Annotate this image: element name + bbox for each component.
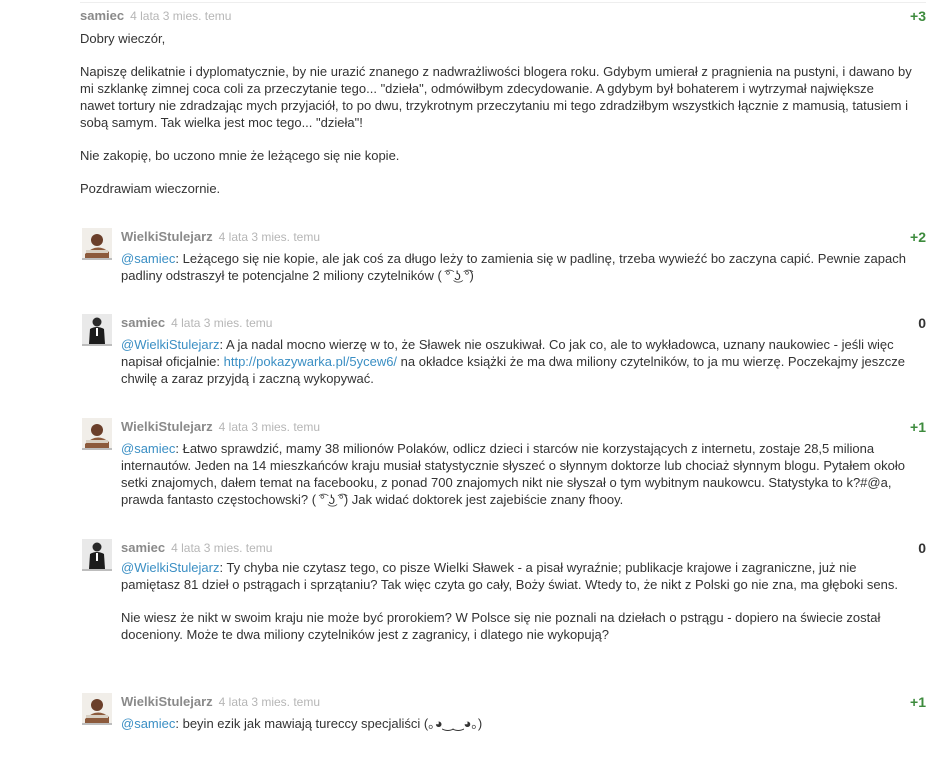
comment-body: @WielkiStulejarz: Ty chyba nie czytasz t… bbox=[121, 559, 911, 643]
user-mention-link[interactable]: @samiec bbox=[121, 251, 175, 266]
user-mention-link[interactable]: @WielkiStulejarz bbox=[121, 337, 219, 352]
comment-body: @samiec: Łatwo sprawdzić, mamy 38 milion… bbox=[121, 440, 911, 508]
comment-text: : Leżącego się nie kopie, ale jak coś za… bbox=[121, 251, 906, 283]
vote-score: 0 bbox=[918, 540, 926, 556]
avatar-stulejarz-icon[interactable] bbox=[82, 693, 112, 725]
comment-paragraph: Nie zakopię, bo uczono mnie że leżącego … bbox=[80, 148, 400, 163]
user-mention-link[interactable]: @samiec bbox=[121, 716, 175, 731]
vote-score: +1 bbox=[910, 694, 926, 710]
comment-body: @samiec: beyin ezik jak mawiają tureccy … bbox=[121, 715, 911, 732]
vote-score: 0 bbox=[918, 315, 926, 331]
vote-score: +2 bbox=[910, 229, 926, 245]
comment-body: @WielkiStulejarz: A ja nadal mocno wierz… bbox=[121, 336, 911, 387]
avatar-samiec-icon[interactable] bbox=[82, 539, 112, 571]
comment-1: samiec 4 lata 3 mies. temu +3 Dobry wiecz… bbox=[0, 0, 926, 205]
comment-time[interactable]: 4 lata 3 mies. temu bbox=[219, 695, 320, 709]
comment-text: : Ty chyba nie czytasz tego, co pisze Wi… bbox=[121, 560, 898, 592]
comment-3: samiec 4 lata 3 mies. temu 0 @WielkiStule… bbox=[0, 312, 926, 392]
comment-author[interactable]: samiec bbox=[121, 315, 165, 330]
vote-score: +3 bbox=[910, 8, 926, 24]
comment-author[interactable]: WielkiStulejarz bbox=[121, 229, 213, 244]
divider bbox=[80, 2, 926, 3]
user-mention-link[interactable]: @WielkiStulejarz bbox=[121, 560, 219, 575]
comment-author[interactable]: samiec bbox=[80, 8, 124, 23]
comment-header: WielkiStulejarz 4 lata 3 mies. temu bbox=[121, 693, 320, 711]
comment-time[interactable]: 4 lata 3 mies. temu bbox=[219, 230, 320, 244]
external-link[interactable]: http://pokazywarka.pl/5ycew6/ bbox=[224, 354, 397, 369]
comment-time[interactable]: 4 lata 3 mies. temu bbox=[130, 9, 231, 23]
comment-author[interactable]: WielkiStulejarz bbox=[121, 419, 213, 434]
comment-time[interactable]: 4 lata 3 mies. temu bbox=[171, 541, 272, 555]
comment-header: samiec 4 lata 3 mies. temu bbox=[80, 7, 231, 25]
comment-body: @samiec: Leżącego się nie kopie, ale jak… bbox=[121, 250, 911, 284]
comment-time[interactable]: 4 lata 3 mies. temu bbox=[219, 420, 320, 434]
comment-text: : Łatwo sprawdzić, mamy 38 milionów Pola… bbox=[121, 441, 905, 507]
comment-paragraph: Pozdrawiam wieczornie. bbox=[80, 181, 221, 196]
comment-5: samiec 4 lata 3 mies. temu 0 @WielkiStule… bbox=[0, 537, 926, 667]
vote-score: +1 bbox=[910, 419, 926, 435]
comment-body: Dobry wieczór, Napiszę delikatnie i dypl… bbox=[80, 30, 912, 197]
comment-header: samiec 4 lata 3 mies. temu bbox=[121, 314, 272, 332]
comment-author[interactable]: samiec bbox=[121, 540, 165, 555]
comment-2: WielkiStulejarz 4 lata 3 mies. temu +2 @s… bbox=[0, 226, 926, 296]
avatar-stulejarz-icon[interactable] bbox=[82, 418, 112, 450]
comment-text: : beyin ezik jak mawiają tureccy specjal… bbox=[175, 716, 483, 731]
user-mention-link[interactable]: @samiec bbox=[121, 441, 175, 456]
comment-4: WielkiStulejarz 4 lata 3 mies. temu +1 @s… bbox=[0, 416, 926, 516]
comment-6: WielkiStulejarz 4 lata 3 mies. temu +1 @s… bbox=[0, 691, 926, 751]
comment-author[interactable]: WielkiStulejarz bbox=[121, 694, 213, 709]
avatar-samiec-icon[interactable] bbox=[82, 314, 112, 346]
comment-header: WielkiStulejarz 4 lata 3 mies. temu bbox=[121, 418, 320, 436]
comment-header: WielkiStulejarz 4 lata 3 mies. temu bbox=[121, 228, 320, 246]
comment-header: samiec 4 lata 3 mies. temu bbox=[121, 539, 272, 557]
avatar-stulejarz-icon[interactable] bbox=[82, 228, 112, 260]
comment-paragraph: Nie wiesz że nikt w swoim kraju nie może… bbox=[121, 610, 881, 642]
comment-time[interactable]: 4 lata 3 mies. temu bbox=[171, 316, 272, 330]
comment-paragraph: Dobry wieczór, bbox=[80, 31, 166, 46]
comment-paragraph: Napiszę delikatnie i dyplomatycznie, by … bbox=[80, 64, 912, 130]
